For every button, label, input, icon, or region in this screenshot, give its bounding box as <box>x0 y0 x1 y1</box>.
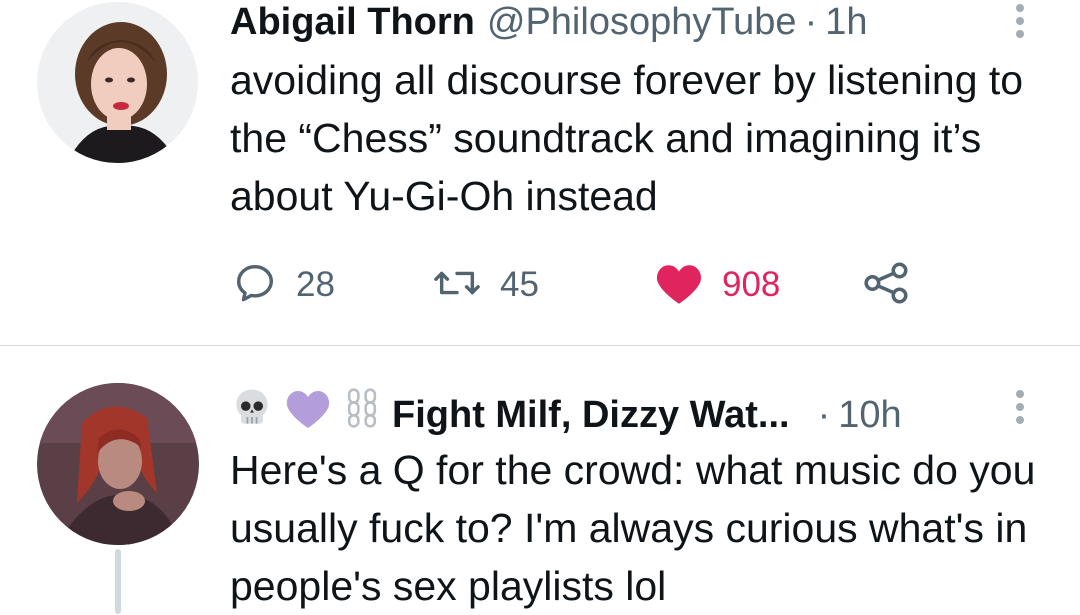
tweet[interactable]: Fight Milf, Dizzy Wat... · 10h Here's a … <box>0 346 1080 614</box>
thread-line <box>115 549 121 614</box>
tweet-text: avoiding all discourse forever by listen… <box>230 57 1024 219</box>
heart-icon <box>654 260 704 311</box>
reply-icon <box>232 260 278 311</box>
share-icon <box>862 260 912 311</box>
like-count: 908 <box>722 265 781 304</box>
like-button[interactable]: 908 <box>654 260 780 310</box>
avatar[interactable] <box>37 383 199 545</box>
chains-icon <box>342 386 382 443</box>
timestamp[interactable]: 10h <box>838 390 901 440</box>
retweet-icon <box>432 260 482 311</box>
separator-dot: · <box>817 393 831 436</box>
retweet-button[interactable]: 45 <box>432 260 539 310</box>
skull-icon <box>230 386 274 443</box>
tweet[interactable]: Abigail Thorn @PhilosophyTube · 1h avoid… <box>0 0 1080 345</box>
tweet-text: Here's a Q for the crowd: what music do … <box>230 447 1036 609</box>
display-name[interactable]: Abigail Thorn <box>230 0 475 44</box>
more-options-icon[interactable] <box>1013 390 1027 424</box>
more-options-icon[interactable] <box>1013 4 1027 38</box>
tweet-actions: 28 45 908 <box>232 260 932 310</box>
reply-button[interactable]: 28 <box>232 260 335 310</box>
tweet-header: Fight Milf, Dizzy Wat... · 10h <box>230 386 902 443</box>
timestamp[interactable]: 1h <box>825 0 867 44</box>
handle[interactable]: @PhilosophyTube <box>487 0 797 44</box>
tweet-header: Abigail Thorn @PhilosophyTube · 1h <box>230 0 868 44</box>
retweet-count: 45 <box>500 265 539 304</box>
separator-dot: · <box>804 1 818 43</box>
purple-heart-icon <box>284 386 332 443</box>
reply-count: 28 <box>296 265 335 304</box>
avatar[interactable] <box>37 2 198 163</box>
display-name[interactable]: Fight Milf, Dizzy Wat... <box>392 390 790 440</box>
share-button[interactable] <box>862 260 912 310</box>
